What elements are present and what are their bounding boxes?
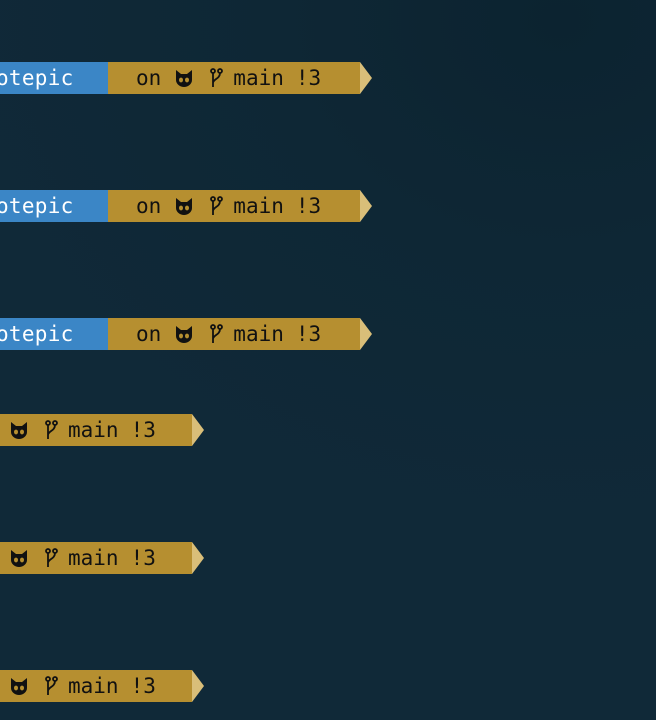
git-branch-icon (210, 324, 224, 343)
git-segment: main !3 (0, 414, 192, 446)
git-segment: on main !3 (108, 190, 360, 222)
git-segment: on main !3 (108, 318, 360, 350)
branch-name: main (68, 418, 119, 442)
git-branch-icon (45, 548, 58, 567)
git-segment: main !3 (0, 670, 192, 702)
git-status: !3 (130, 546, 156, 570)
directory-segment: notepic (0, 318, 108, 350)
directory-segment: notepic (0, 190, 108, 222)
github-octocat-icon (176, 326, 193, 343)
branch-name: main (233, 66, 284, 90)
segment-end-arrow (360, 318, 372, 350)
directory-name: notepic (0, 322, 74, 346)
segment-end-arrow (192, 670, 204, 702)
segment-end-arrow (360, 190, 372, 222)
git-segment: main !3 (0, 542, 192, 574)
branch-name: main (68, 546, 119, 570)
git-status: !3 (295, 322, 322, 346)
git-segment: on main !3 (108, 62, 360, 94)
branch-name: main (233, 194, 284, 218)
git-branch-icon (45, 420, 58, 439)
branch-name: main (68, 674, 119, 698)
directory-name: notepic (0, 194, 74, 218)
git-status: !3 (295, 66, 322, 90)
prompt-line: main !3 (0, 670, 204, 702)
connector-text: on (136, 66, 162, 90)
segment-end-arrow (192, 542, 204, 574)
prompt-line: notepic on main !3 (0, 190, 372, 222)
github-octocat-icon (11, 550, 27, 567)
git-branch-icon (210, 68, 224, 87)
prompt-line: main !3 (0, 414, 204, 446)
branch-name: main (233, 322, 284, 346)
github-octocat-icon (176, 70, 193, 87)
prompt-line: notepic on main !3 (0, 318, 372, 350)
github-octocat-icon (11, 678, 27, 695)
github-octocat-icon (11, 422, 27, 439)
connector-text: on (136, 322, 162, 346)
segment-end-arrow (192, 414, 204, 446)
directory-segment: notepic (0, 62, 108, 94)
prompt-line: main !3 (0, 542, 204, 574)
git-branch-icon (210, 196, 224, 215)
git-status: !3 (295, 194, 322, 218)
connector-text: on (136, 194, 162, 218)
prompt-line: notepic on main !3 (0, 62, 372, 94)
git-status: !3 (130, 418, 156, 442)
segment-end-arrow (360, 62, 372, 94)
github-octocat-icon (176, 198, 193, 215)
git-status: !3 (130, 674, 156, 698)
directory-name: notepic (0, 66, 74, 90)
git-branch-icon (45, 676, 58, 695)
